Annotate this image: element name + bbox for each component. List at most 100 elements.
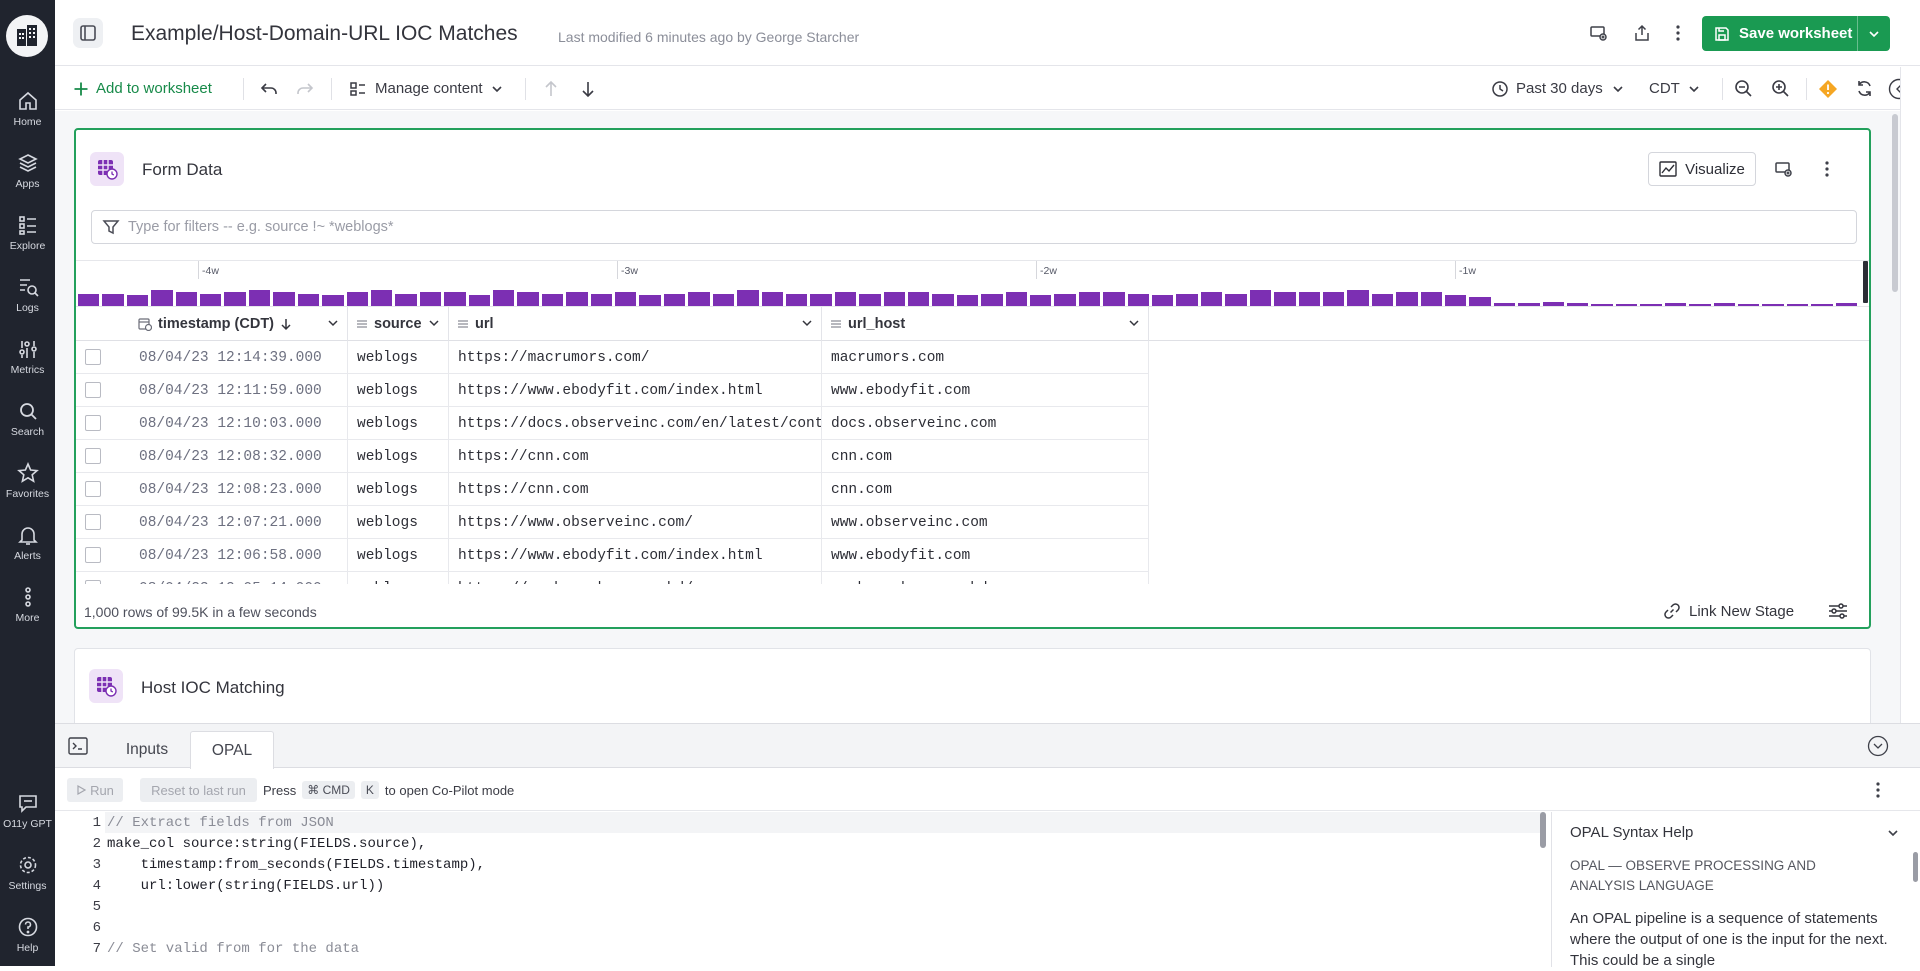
histogram-bar[interactable] (1078, 292, 1101, 306)
histogram-bar[interactable] (273, 292, 295, 306)
move-down-button[interactable] (580, 67, 596, 110)
histogram-bar[interactable] (541, 294, 564, 306)
undo-button[interactable] (259, 67, 279, 110)
table-row[interactable]: 08/04/23 12:08:32.000 weblogs https://cnn.… (76, 440, 1149, 473)
histogram-bar[interactable] (615, 292, 637, 306)
add-to-worksheet-button[interactable]: Add to worksheet (73, 67, 212, 110)
histogram-bar[interactable] (395, 294, 417, 306)
nav-search[interactable]: Search (0, 400, 55, 438)
histogram-bar[interactable] (1420, 292, 1442, 306)
row-checkbox[interactable] (85, 481, 101, 497)
table-row[interactable]: 08/04/23 12:10:03.000 weblogs https://docs… (76, 407, 1149, 440)
histogram-bar[interactable] (1371, 294, 1394, 306)
visualize-button[interactable]: Visualize (1648, 152, 1756, 186)
editor-scrollbar-thumb[interactable] (1540, 812, 1546, 848)
histogram-bar[interactable] (346, 292, 368, 306)
stage-monitor-add-icon[interactable] (1772, 158, 1794, 180)
table-row[interactable]: 08/04/23 12:14:39.000 weblogs https://macr… (76, 341, 1149, 374)
link-new-stage-button[interactable]: Link New Stage (1663, 602, 1794, 620)
column-header-url[interactable]: url (449, 307, 822, 341)
column-header-source[interactable]: source (348, 307, 449, 341)
filter-bar[interactable] (91, 210, 1857, 244)
page-title[interactable]: Example/Host-Domain-URL IOC Matches (131, 22, 518, 46)
nav-settings[interactable]: Settings (0, 854, 55, 892)
share-icon[interactable] (1631, 22, 1653, 44)
nav-explore[interactable]: Explore (0, 214, 55, 252)
stage-more-options-icon[interactable] (1816, 158, 1838, 180)
worksheet-icon[interactable] (73, 18, 103, 48)
move-up-button[interactable] (543, 67, 559, 110)
histogram-bar[interactable] (370, 290, 393, 306)
histogram-bar[interactable] (1176, 294, 1198, 306)
nav-more[interactable]: More (0, 586, 55, 624)
histogram-bar[interactable] (688, 292, 710, 306)
stage-title[interactable]: Form Data (142, 160, 222, 180)
nav-apps[interactable]: Apps (0, 152, 55, 190)
chevron-down-icon[interactable] (1882, 822, 1904, 844)
histogram-bar[interactable] (1127, 294, 1150, 306)
histogram-bar[interactable] (224, 292, 246, 306)
monitor-add-icon[interactable] (1587, 22, 1609, 44)
histogram-bar[interactable] (590, 294, 613, 306)
histogram-bar[interactable] (810, 294, 832, 306)
tab-opal[interactable]: OPAL (190, 731, 274, 769)
histogram-bar[interactable] (1225, 294, 1247, 306)
canvas-scrollbar-thumb[interactable] (1892, 114, 1898, 292)
histogram-bar[interactable] (1200, 292, 1223, 306)
row-checkbox[interactable] (85, 349, 101, 365)
nav-logs[interactable]: Logs (0, 276, 55, 314)
save-worksheet-button[interactable]: Save worksheet (1702, 16, 1890, 51)
histogram-bar[interactable] (1298, 292, 1320, 306)
histogram-range-handle[interactable] (1863, 261, 1868, 303)
collapse-panel-chevron-icon[interactable] (1867, 735, 1889, 757)
histogram-bar[interactable] (492, 290, 515, 306)
refresh-button[interactable] (1855, 67, 1874, 110)
help-title[interactable]: OPAL Syntax Help (1570, 824, 1693, 841)
zoom-out-button[interactable] (1734, 67, 1753, 110)
opal-more-options-icon[interactable] (1867, 779, 1889, 801)
histogram-bar[interactable] (1274, 292, 1296, 306)
column-header-timestamp[interactable]: timestamp (CDT) (130, 307, 348, 341)
nav-help[interactable]: Help (0, 916, 55, 954)
table-row[interactable]: 08/04/23 12:11:59.000 weblogs https://www.… (76, 374, 1149, 407)
histogram-bar[interactable] (200, 294, 222, 306)
histogram-bar[interactable] (102, 294, 124, 306)
opal-code-editor[interactable]: 1 2 3 4 5 6 7 // Extract fields from JSO… (55, 812, 1548, 967)
histogram-bar[interactable] (297, 294, 320, 306)
row-checkbox[interactable] (85, 580, 101, 584)
histogram-bar[interactable] (956, 295, 979, 306)
help-scrollbar-thumb[interactable] (1913, 852, 1918, 882)
histogram-bar[interactable] (248, 290, 271, 306)
histogram-bar[interactable] (1103, 292, 1125, 306)
stage-card-form-data[interactable]: Form Data Visualize -4w -3w -2w -1w time… (74, 128, 1871, 629)
histogram-bar[interactable] (785, 294, 808, 306)
histogram-bar[interactable] (1445, 295, 1467, 306)
histogram-bar[interactable] (981, 294, 1003, 306)
reset-to-last-run-button[interactable]: Reset to last run (140, 778, 257, 802)
histogram-bar[interactable] (932, 294, 954, 306)
histogram-bar[interactable] (663, 294, 686, 306)
table-row[interactable]: 08/04/23 12:07:21.000 weblogs https://www.… (76, 506, 1149, 539)
manage-content-dropdown[interactable]: Manage content (349, 67, 503, 110)
histogram-bar[interactable] (468, 295, 490, 306)
table-row[interactable]: 08/04/23 12:06:58.000 weblogs https://www.… (76, 539, 1149, 572)
histogram-bar[interactable] (737, 290, 759, 306)
histogram-bar[interactable] (1054, 294, 1076, 306)
nav-home[interactable]: Home (0, 90, 55, 128)
run-button[interactable]: Run (67, 778, 123, 802)
row-checkbox[interactable] (85, 415, 101, 431)
histogram-bar[interactable] (175, 292, 198, 306)
nav-favorites[interactable]: Favorites (0, 462, 55, 500)
settings-sliders-icon[interactable] (1827, 600, 1849, 622)
row-checkbox[interactable] (85, 382, 101, 398)
stage-title[interactable]: Host IOC Matching (141, 678, 285, 698)
histogram-bar[interactable] (444, 292, 466, 306)
histogram-bar[interactable] (712, 294, 735, 306)
nav-metrics[interactable]: Metrics (0, 338, 55, 376)
nav-alerts[interactable]: Alerts (0, 524, 55, 562)
histogram-bar[interactable] (1322, 292, 1345, 306)
histogram-bar[interactable] (78, 294, 100, 306)
histogram-bar[interactable] (1396, 292, 1418, 306)
histogram-bar[interactable] (907, 292, 930, 306)
time-range-picker[interactable]: Past 30 days (1491, 67, 1624, 110)
